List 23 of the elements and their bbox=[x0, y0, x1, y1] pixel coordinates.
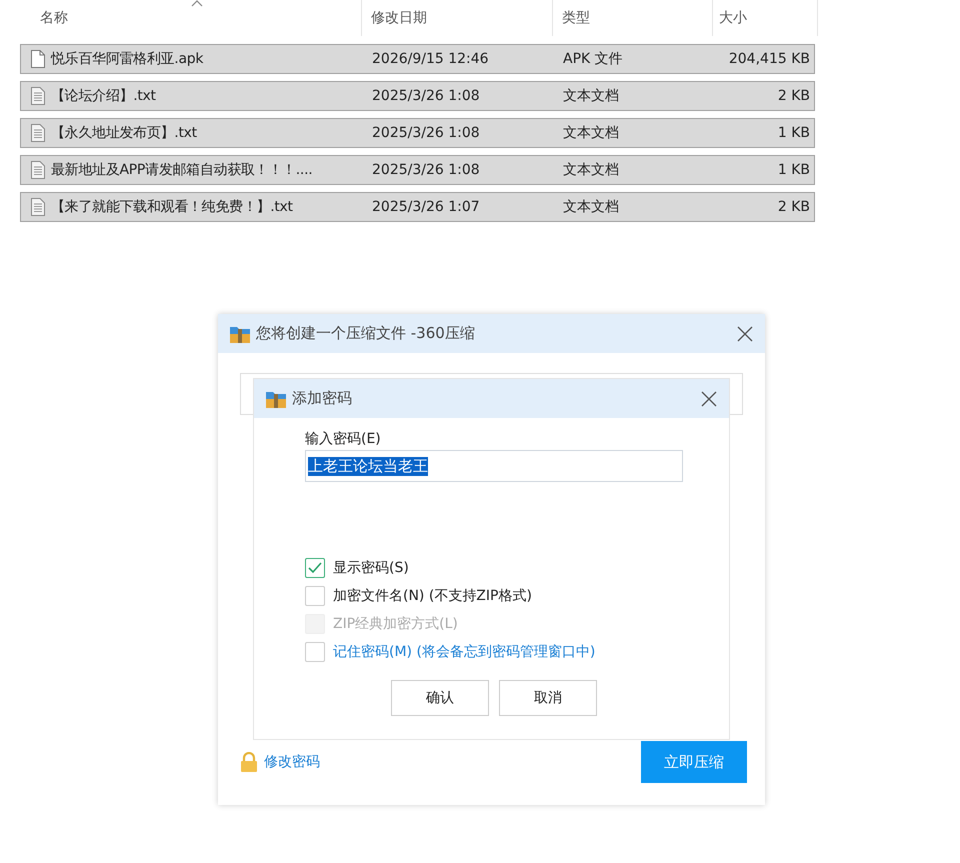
file-name: 【论坛介绍】.txt bbox=[51, 87, 156, 105]
dialog-title: 您将创建一个压缩文件 -360压缩 bbox=[256, 324, 476, 343]
file-type: APK 文件 bbox=[562, 50, 624, 68]
file-name: 【来了就能下载和观看！纯免费！】.txt bbox=[51, 198, 293, 216]
file-size: 204,415 KB bbox=[728, 51, 811, 67]
modified-date: 2026/9/15 12:46 bbox=[371, 51, 490, 67]
file-type: 文本文档 bbox=[562, 87, 620, 105]
modified-date: 2025/3/26 1:08 bbox=[371, 162, 481, 178]
file-name: 悦乐百华阿雷格利亚.apk bbox=[51, 50, 204, 68]
file-name: 最新地址及APP请发邮箱自动获取！！！.... bbox=[51, 161, 312, 179]
modified-date: 2025/3/26 1:08 bbox=[371, 125, 481, 141]
file-type: 文本文档 bbox=[562, 198, 620, 216]
password-label: 输入密码(E) bbox=[305, 430, 382, 448]
file-size: 1 KB bbox=[776, 162, 811, 178]
file-size: 1 KB bbox=[776, 125, 811, 141]
file-name: 【永久地址发布页】.txt bbox=[51, 124, 197, 142]
file-type: 文本文档 bbox=[562, 161, 620, 179]
file-type: 文本文档 bbox=[562, 124, 620, 142]
file-size: 2 KB bbox=[776, 199, 811, 215]
file-size: 2 KB bbox=[776, 88, 811, 104]
modified-date: 2025/3/26 1:08 bbox=[371, 88, 481, 104]
dialog-title: 添加密码 bbox=[292, 389, 353, 408]
modified-date: 2025/3/26 1:07 bbox=[371, 199, 481, 215]
